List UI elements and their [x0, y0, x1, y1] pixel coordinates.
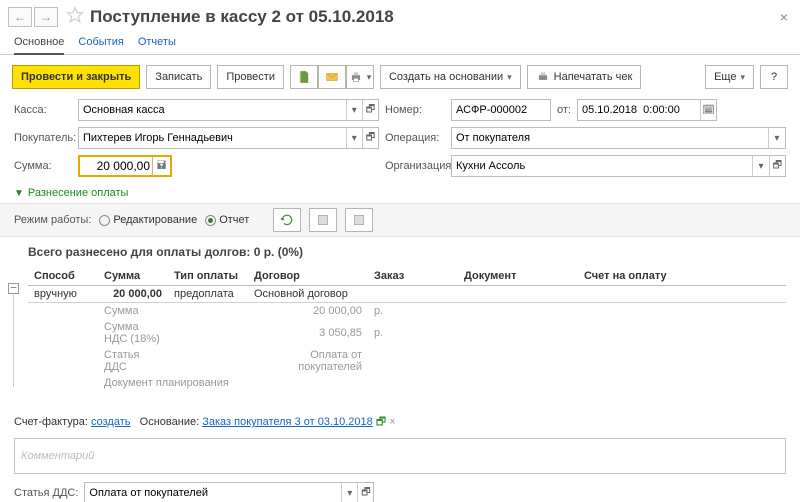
th-sum: Сумма: [98, 267, 168, 286]
operation-field[interactable]: ▾: [451, 127, 786, 149]
label-dds: Статья ДДС:: [14, 487, 78, 499]
number-field[interactable]: [451, 99, 551, 121]
invoice-line: Счет-фактура: создать Основание: Заказ п…: [14, 413, 786, 432]
label-sum: Сумма:: [14, 160, 72, 172]
tab-main[interactable]: Основное: [14, 33, 64, 54]
tool2-icon[interactable]: [345, 208, 373, 232]
tool1-icon[interactable]: [309, 208, 337, 232]
detail-row: Сумма20 000,00p.: [28, 303, 786, 320]
comment-field[interactable]: Комментарий: [14, 438, 786, 474]
basis-link[interactable]: Заказ покупателя 3 от 03.10.2018: [202, 416, 373, 428]
th-doc: Документ: [458, 267, 578, 286]
post-and-close-button[interactable]: Провести и закрыть: [12, 65, 140, 89]
more-button[interactable]: Еще ▾: [705, 65, 754, 89]
refresh-icon[interactable]: [273, 208, 301, 232]
th-ptype: Тип оплаты: [168, 267, 248, 286]
save-button[interactable]: Записать: [146, 65, 211, 89]
print-icon[interactable]: ▾: [346, 65, 374, 89]
label-buyer: Покупатель:: [14, 132, 72, 144]
favorite-star-icon[interactable]: [66, 6, 84, 27]
th-order: Заказ: [368, 267, 458, 286]
help-button[interactable]: ?: [760, 65, 788, 89]
allocation-total: Всего разнесено для оплаты долгов: 0 р. …: [28, 245, 786, 259]
nav-forward-button[interactable]: →: [34, 7, 58, 27]
tab-events[interactable]: События: [78, 33, 123, 54]
label-mode: Режим работы:: [14, 214, 91, 226]
close-icon[interactable]: ×: [776, 9, 792, 25]
detail-row: Статья ДДСОплата от покупателей: [28, 347, 786, 375]
allocation-table: Способ Сумма Тип оплаты Договор Заказ До…: [28, 267, 786, 391]
label-operation: Операция:: [385, 132, 445, 144]
allocation-grid-wrapper: − Всего разнесено для оплаты долгов: 0 р…: [0, 245, 800, 391]
basis-open-icon[interactable]: 🗗: [376, 416, 386, 428]
mode-bar: Режим работы: Редактирование Отчет: [0, 203, 800, 237]
org-field[interactable]: ▾🗗: [451, 155, 786, 177]
label-kassa: Касса:: [14, 104, 72, 116]
label-number: Номер:: [385, 104, 445, 116]
sum-field[interactable]: 🖬: [78, 155, 172, 177]
label-ot: от:: [557, 104, 571, 116]
basis-clear-icon[interactable]: ×: [389, 416, 395, 428]
th-method: Способ: [28, 267, 98, 286]
attach-icon[interactable]: [290, 65, 318, 89]
table-row[interactable]: вручную 20 000,00 предоплата Основной до…: [28, 286, 786, 303]
label-org: Организация:: [385, 160, 445, 172]
allocation-header[interactable]: ▼Разнесение оплаты: [0, 183, 800, 203]
print-receipt-button[interactable]: Напечатать чек: [527, 65, 642, 89]
kassa-field[interactable]: ▾🗗: [78, 99, 379, 121]
post-button[interactable]: Провести: [217, 65, 284, 89]
toolbar: Провести и закрыть Записать Провести ▾ С…: [0, 55, 800, 99]
detail-row: Документ планирования: [28, 375, 786, 391]
radio-report[interactable]: Отчет: [205, 214, 249, 226]
mail-icon[interactable]: [318, 65, 346, 89]
nav-back-button[interactable]: ←: [8, 7, 32, 27]
table-header-row: Способ Сумма Тип оплаты Договор Заказ До…: [28, 267, 786, 286]
th-inv: Счет на оплату: [578, 267, 786, 286]
buyer-field[interactable]: ▾🗗: [78, 127, 379, 149]
tab-reports[interactable]: Отчеты: [138, 33, 176, 54]
th-contract: Договор: [248, 267, 368, 286]
create-invoice-link[interactable]: создать: [91, 416, 130, 428]
document-title: Поступление в кассу 2 от 05.10.2018: [90, 7, 394, 27]
date-field[interactable]: 🗓: [577, 99, 717, 121]
radio-edit[interactable]: Редактирование: [99, 214, 197, 226]
dds-field[interactable]: ▾🗗: [84, 482, 374, 502]
collapse-row-icon[interactable]: −: [8, 283, 19, 294]
detail-row: Сумма НДС (18%)3 050,85p.: [28, 319, 786, 347]
tree-line: [13, 295, 14, 387]
create-based-on-button[interactable]: Создать на основании ▾: [380, 65, 521, 89]
tabs: Основное События Отчеты: [0, 29, 800, 55]
